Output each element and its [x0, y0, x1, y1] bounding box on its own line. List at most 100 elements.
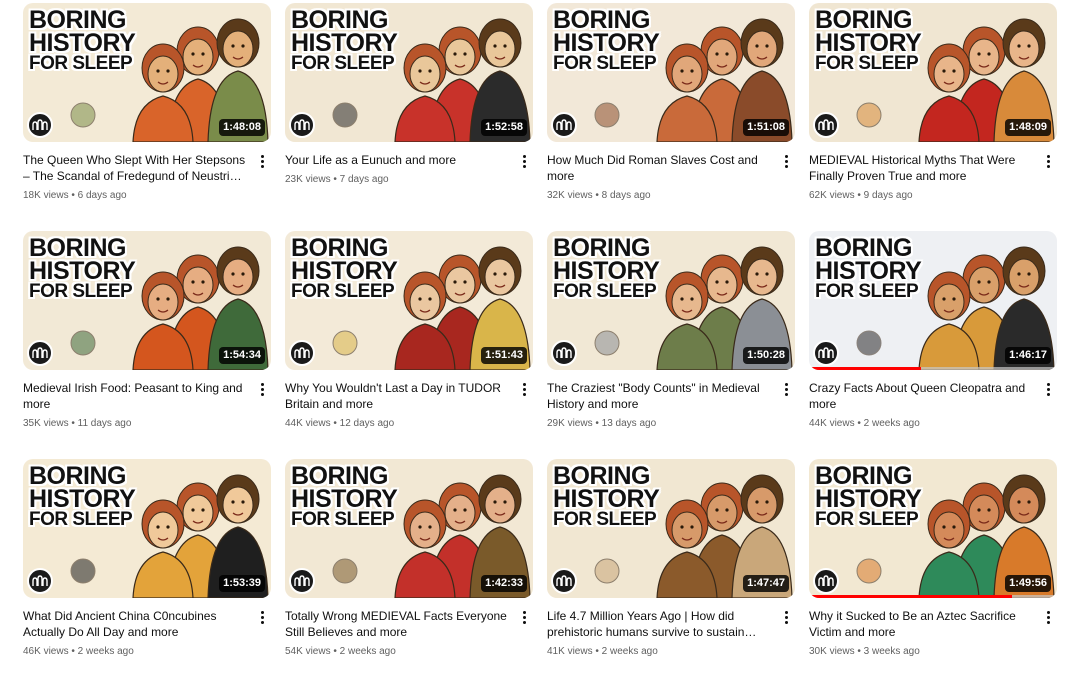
video-card[interactable]: BORING HISTORY FOR SLEEP 1:50:28 The Cra…	[547, 231, 795, 459]
wordmark-line-3: FOR SLEEP	[553, 509, 657, 530]
channel-logo-icon	[289, 112, 315, 138]
upload-age: 8 days ago	[601, 190, 651, 201]
video-stats: 62K views • 9 days ago	[809, 190, 913, 201]
channel-wordmark: BORING HISTORY FOR SLEEP	[29, 236, 136, 302]
channel-logo-icon	[813, 112, 839, 138]
wordmark-line-3: FOR SLEEP	[29, 281, 133, 302]
more-options-icon[interactable]	[1041, 608, 1055, 626]
video-thumbnail[interactable]: BORING HISTORY FOR SLEEP 1:46:17	[809, 231, 1057, 370]
video-stats: 35K views • 11 days ago	[23, 418, 132, 429]
video-thumbnail[interactable]: BORING HISTORY FOR SLEEP 1:52:58	[285, 3, 533, 142]
view-count: 46K views	[23, 646, 69, 657]
video-title[interactable]: Totally Wrong MEDIEVAL Facts Everyone St…	[285, 608, 509, 640]
channel-wordmark: BORING HISTORY FOR SLEEP	[291, 464, 398, 530]
video-thumbnail[interactable]: BORING HISTORY FOR SLEEP 1:49:56	[809, 459, 1057, 598]
upload-age: 2 weeks ago	[77, 646, 134, 657]
duration-badge: 1:48:08	[219, 119, 265, 136]
more-options-icon[interactable]	[1041, 152, 1055, 170]
video-thumbnail[interactable]: BORING HISTORY FOR SLEEP 1:51:43	[285, 231, 533, 370]
view-count: 44K views	[809, 418, 855, 429]
upload-age: 7 days ago	[339, 174, 389, 185]
video-title[interactable]: Your Life as a Eunuch and more	[285, 152, 509, 168]
video-title[interactable]: Medieval Irish Food: Peasant to King and…	[23, 380, 247, 412]
upload-age: 2 weeks ago	[339, 646, 396, 657]
more-options-icon[interactable]	[779, 608, 793, 626]
video-thumbnail[interactable]: BORING HISTORY FOR SLEEP 1:51:08	[547, 3, 795, 142]
video-title[interactable]: The Craziest "Body Counts" in Medieval H…	[547, 380, 771, 412]
video-thumbnail[interactable]: BORING HISTORY FOR SLEEP 1:48:08	[23, 3, 271, 142]
view-count: 30K views	[809, 646, 855, 657]
channel-logo-icon	[551, 112, 577, 138]
channel-wordmark: BORING HISTORY FOR SLEEP	[29, 464, 136, 530]
more-options-icon[interactable]	[255, 608, 269, 626]
wordmark-line-3: FOR SLEEP	[553, 281, 657, 302]
video-thumbnail[interactable]: BORING HISTORY FOR SLEEP 1:50:28	[547, 231, 795, 370]
upload-age: 6 days ago	[77, 190, 127, 201]
video-thumbnail[interactable]: BORING HISTORY FOR SLEEP 1:54:34	[23, 231, 271, 370]
video-title[interactable]: Why it Sucked to Be an Aztec Sacrifice V…	[809, 608, 1033, 640]
channel-wordmark: BORING HISTORY FOR SLEEP	[553, 236, 660, 302]
channel-logo-icon	[813, 340, 839, 366]
upload-age: 12 days ago	[339, 418, 395, 429]
upload-age: 2 weeks ago	[601, 646, 658, 657]
view-count: 29K views	[547, 418, 593, 429]
channel-wordmark: BORING HISTORY FOR SLEEP	[815, 8, 922, 74]
video-stats: 29K views • 13 days ago	[547, 418, 657, 429]
more-options-icon[interactable]	[517, 380, 531, 398]
video-card[interactable]: BORING HISTORY FOR SLEEP 1:51:43 Why You…	[285, 231, 533, 459]
duration-badge: 1:46:17	[1005, 347, 1051, 364]
more-options-icon[interactable]	[517, 608, 531, 626]
channel-wordmark: BORING HISTORY FOR SLEEP	[815, 236, 922, 302]
video-card[interactable]: BORING HISTORY FOR SLEEP 1:47:47 Life 4.…	[547, 459, 795, 687]
video-card[interactable]: BORING HISTORY FOR SLEEP 1:48:09 MEDIEVA…	[809, 3, 1057, 231]
wordmark-line-2: HISTORY	[291, 29, 398, 57]
channel-wordmark: BORING HISTORY FOR SLEEP	[291, 236, 398, 302]
video-title[interactable]: Why You Wouldn't Last a Day in TUDOR Bri…	[285, 380, 509, 412]
video-title[interactable]: Crazy Facts About Queen Cleopatra and mo…	[809, 380, 1033, 412]
video-card[interactable]: BORING HISTORY FOR SLEEP 1:51:08 How Muc…	[547, 3, 795, 231]
wordmark-line-3: FOR SLEEP	[291, 281, 395, 302]
video-card[interactable]: BORING HISTORY FOR SLEEP 1:54:34 Medieva…	[23, 231, 271, 459]
video-thumbnail[interactable]: BORING HISTORY FOR SLEEP 1:53:39	[23, 459, 271, 598]
more-options-icon[interactable]	[779, 152, 793, 170]
video-stats: 44K views • 2 weeks ago	[809, 418, 920, 429]
video-card[interactable]: BORING HISTORY FOR SLEEP 1:53:39 What Di…	[23, 459, 271, 687]
video-title[interactable]: How Much Did Roman Slaves Cost and more	[547, 152, 771, 184]
video-card[interactable]: BORING HISTORY FOR SLEEP 1:49:56 Why it …	[809, 459, 1057, 687]
video-stats: 41K views • 2 weeks ago	[547, 646, 658, 657]
video-card[interactable]: BORING HISTORY FOR SLEEP 1:48:08 The Que…	[23, 3, 271, 231]
video-card[interactable]: BORING HISTORY FOR SLEEP 1:42:33 Totally…	[285, 459, 533, 687]
duration-badge: 1:53:39	[219, 575, 265, 592]
video-card[interactable]: BORING HISTORY FOR SLEEP 1:52:58 Your Li…	[285, 3, 533, 231]
wordmark-line-3: FOR SLEEP	[291, 509, 395, 530]
wordmark-line-2: HISTORY	[291, 257, 398, 285]
wordmark-line-2: HISTORY	[815, 29, 922, 57]
upload-age: 13 days ago	[601, 418, 657, 429]
wordmark-line-3: FOR SLEEP	[553, 53, 657, 74]
more-options-icon[interactable]	[779, 380, 793, 398]
video-title[interactable]: Life 4.7 Million Years Ago | How did pre…	[547, 608, 771, 640]
video-title[interactable]: What Did Ancient China C0ncubines Actual…	[23, 608, 247, 640]
more-options-icon[interactable]	[517, 152, 531, 170]
video-title[interactable]: The Queen Who Slept With Her Stepsons – …	[23, 152, 247, 184]
video-thumbnail[interactable]: BORING HISTORY FOR SLEEP 1:42:33	[285, 459, 533, 598]
wordmark-line-2: HISTORY	[291, 485, 398, 513]
more-options-icon[interactable]	[255, 152, 269, 170]
duration-badge: 1:51:43	[481, 347, 527, 364]
channel-wordmark: BORING HISTORY FOR SLEEP	[291, 8, 398, 74]
upload-age: 11 days ago	[77, 418, 132, 429]
video-thumbnail[interactable]: BORING HISTORY FOR SLEEP 1:48:09	[809, 3, 1057, 142]
channel-wordmark: BORING HISTORY FOR SLEEP	[815, 464, 922, 530]
duration-badge: 1:42:33	[481, 575, 527, 592]
video-card[interactable]: BORING HISTORY FOR SLEEP 1:46:17 Crazy F…	[809, 231, 1057, 459]
channel-wordmark: BORING HISTORY FOR SLEEP	[553, 464, 660, 530]
wordmark-line-2: HISTORY	[29, 257, 136, 285]
view-count: 23K views	[285, 174, 331, 185]
video-title[interactable]: MEDIEVAL Historical Myths That Were Fina…	[809, 152, 1033, 184]
video-thumbnail[interactable]: BORING HISTORY FOR SLEEP 1:47:47	[547, 459, 795, 598]
more-options-icon[interactable]	[1041, 380, 1055, 398]
duration-badge: 1:48:09	[1005, 119, 1051, 136]
wordmark-line-2: HISTORY	[553, 29, 660, 57]
video-stats: 44K views • 12 days ago	[285, 418, 395, 429]
more-options-icon[interactable]	[255, 380, 269, 398]
